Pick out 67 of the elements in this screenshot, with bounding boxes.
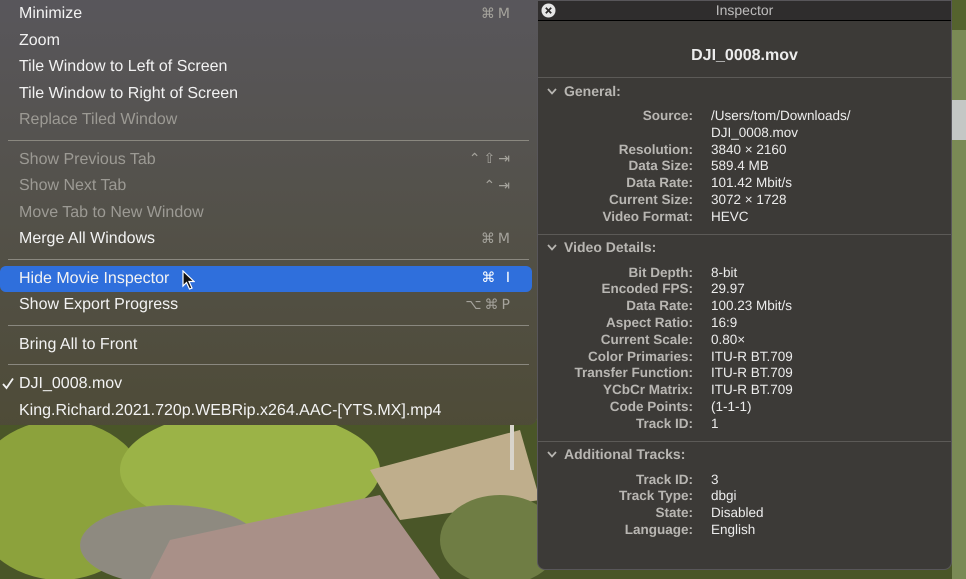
mouse-pointer-icon xyxy=(182,270,195,290)
field-value: 101.42 Mbit/s xyxy=(711,175,792,192)
menu-item[interactable]: Zoom xyxy=(0,28,532,54)
field-value: HEVC xyxy=(711,208,749,226)
shortcut: ⌃⇥ xyxy=(484,176,513,196)
field-label: Track ID: xyxy=(634,472,693,488)
field-value: 100.23 Mbit/s xyxy=(711,298,792,315)
shortcut: ⌘ I xyxy=(481,269,513,288)
menu-item[interactable]: Minimize ⌘M xyxy=(0,1,532,28)
field-value: 3 xyxy=(711,472,719,488)
field-label: Color Primaries: xyxy=(586,348,693,366)
field-label: Data Rate: xyxy=(625,298,693,315)
field-value: ITU-R BT.709 xyxy=(711,348,793,366)
section-header: Additional Tracks: xyxy=(564,445,686,464)
field-value: (1-1-1) xyxy=(711,398,752,416)
chevron-icon[interactable] xyxy=(547,451,557,458)
menu-item[interactable]: Bring All to Front xyxy=(0,332,532,358)
shortcut: ⌥⌘P xyxy=(465,296,513,315)
menu-item[interactable]: Tile Window to Left of Screen xyxy=(0,54,532,80)
field-value: 3840 × 2160 xyxy=(711,142,786,158)
menu-item[interactable]: Merge All Windows ⌘M xyxy=(0,226,532,252)
menu-item[interactable]: Hide Movie Inspector ⌘ I xyxy=(0,266,532,292)
field-value: 3072 × 1728 xyxy=(711,192,786,209)
field-label: Bit Depth: xyxy=(628,264,693,282)
menu-item[interactable]: DJI_0008.mov xyxy=(0,371,532,398)
field-label: Aspect Ratio: xyxy=(604,314,693,332)
field-value: 1 xyxy=(711,416,719,433)
file-name: DJI_0008.mov xyxy=(691,46,798,66)
field-label: Source: xyxy=(642,108,693,125)
menu-item[interactable]: Show Export Progress ⌥⌘P xyxy=(0,292,532,318)
menu-item[interactable]: Tile Window to Right of Screen xyxy=(0,80,532,107)
field-label: Track ID: xyxy=(634,416,693,433)
shortcut: ⌘M xyxy=(480,230,513,249)
field-label: Code Points: xyxy=(608,398,693,416)
field-value: Disabled xyxy=(711,505,764,522)
section-header: Video Details: xyxy=(564,238,656,258)
field-label: Track Type: xyxy=(618,488,693,506)
field-label: Current Size: xyxy=(608,192,693,209)
field-label: State: xyxy=(654,505,693,522)
close-icon[interactable] xyxy=(541,3,556,18)
chevron-icon[interactable] xyxy=(547,88,557,94)
field-label: Data Size: xyxy=(627,158,693,176)
field-label: Encoded FPS: xyxy=(600,281,693,298)
shortcut: ⌘M xyxy=(480,4,513,24)
field-label: Video Format: xyxy=(601,208,693,226)
window-title: Inspector xyxy=(716,1,774,20)
field-value: English xyxy=(711,522,756,539)
field-value: 8-bit xyxy=(711,264,738,282)
shortcut: ⌃⇧⇥ xyxy=(468,150,513,170)
field-value: 29.97 xyxy=(711,281,745,298)
field-label: Data Rate: xyxy=(625,175,693,192)
field-value: 589.4 MB xyxy=(711,158,769,176)
field-label: Current Scale: xyxy=(600,332,693,349)
field-label: Language: xyxy=(624,522,693,539)
field-value: dbgi xyxy=(711,488,737,506)
field-value: 16:9 xyxy=(711,314,738,332)
field-value: ITU-R BT.709 xyxy=(711,365,793,382)
field-value: DJI_0008.mov xyxy=(711,124,798,142)
menu-item[interactable]: King.Richard.2021.720p.WEBRip.x264.AAC-[YTS.MX].mp4 xyxy=(0,398,532,424)
chevron-icon[interactable] xyxy=(547,244,557,252)
section-header: General: xyxy=(564,82,621,100)
field-label: Resolution: xyxy=(618,142,693,158)
field-value: 0.80× xyxy=(711,332,746,349)
field-label: Transfer Function: xyxy=(573,365,693,382)
field-value: ITU-R BT.709 xyxy=(711,382,793,399)
field-label: YCbCr Matrix: xyxy=(602,382,693,399)
field-value: /Users/tom/Downloads/ xyxy=(711,108,851,125)
